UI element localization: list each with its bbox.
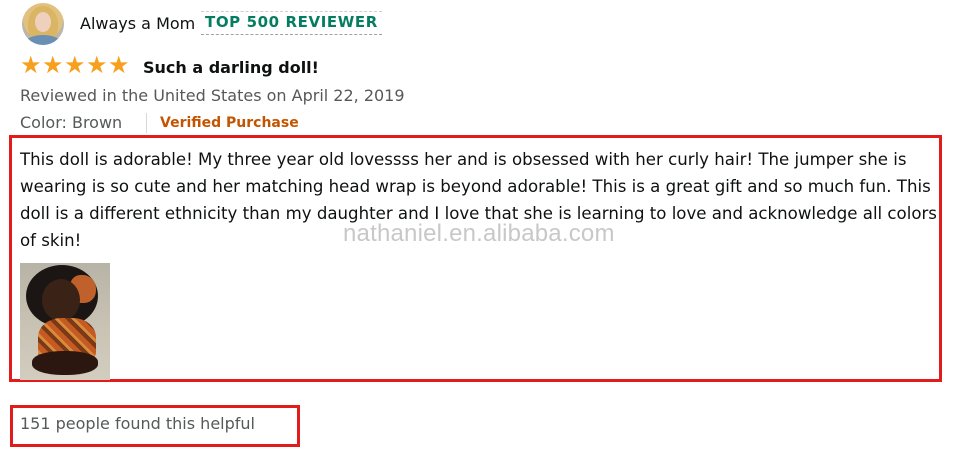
- star-rating[interactable]: ★ ★ ★ ★ ★: [20, 51, 130, 79]
- star-icon: ★: [42, 51, 64, 79]
- reviewer-name[interactable]: Always a Mom: [80, 14, 195, 33]
- divider: [146, 113, 147, 133]
- customer-review: Always a Mom TOP 500 REVIEWER ★ ★ ★ ★ ★ …: [0, 0, 957, 467]
- star-icon: ★: [86, 51, 108, 79]
- verified-purchase-badge: Verified Purchase: [160, 115, 299, 131]
- avatar-shoulder: [25, 35, 61, 45]
- watermark: nathaniel.en.alibaba.com: [343, 220, 615, 247]
- doll-face: [42, 279, 80, 321]
- product-variant: Color: Brown: [20, 113, 123, 132]
- review-photo-thumbnail[interactable]: [20, 263, 110, 380]
- review-date: Reviewed in the United States on April 2…: [20, 86, 405, 105]
- doll-legs: [32, 351, 98, 375]
- avatar[interactable]: [22, 3, 64, 45]
- reviewer-rank-badge[interactable]: TOP 500 REVIEWER: [201, 11, 382, 35]
- star-icon: ★: [108, 51, 130, 79]
- star-icon: ★: [20, 51, 42, 79]
- star-icon: ★: [64, 51, 86, 79]
- avatar-face: [35, 12, 51, 32]
- helpful-count: 151 people found this helpful: [20, 414, 255, 433]
- review-title[interactable]: Such a darling doll!: [143, 58, 319, 77]
